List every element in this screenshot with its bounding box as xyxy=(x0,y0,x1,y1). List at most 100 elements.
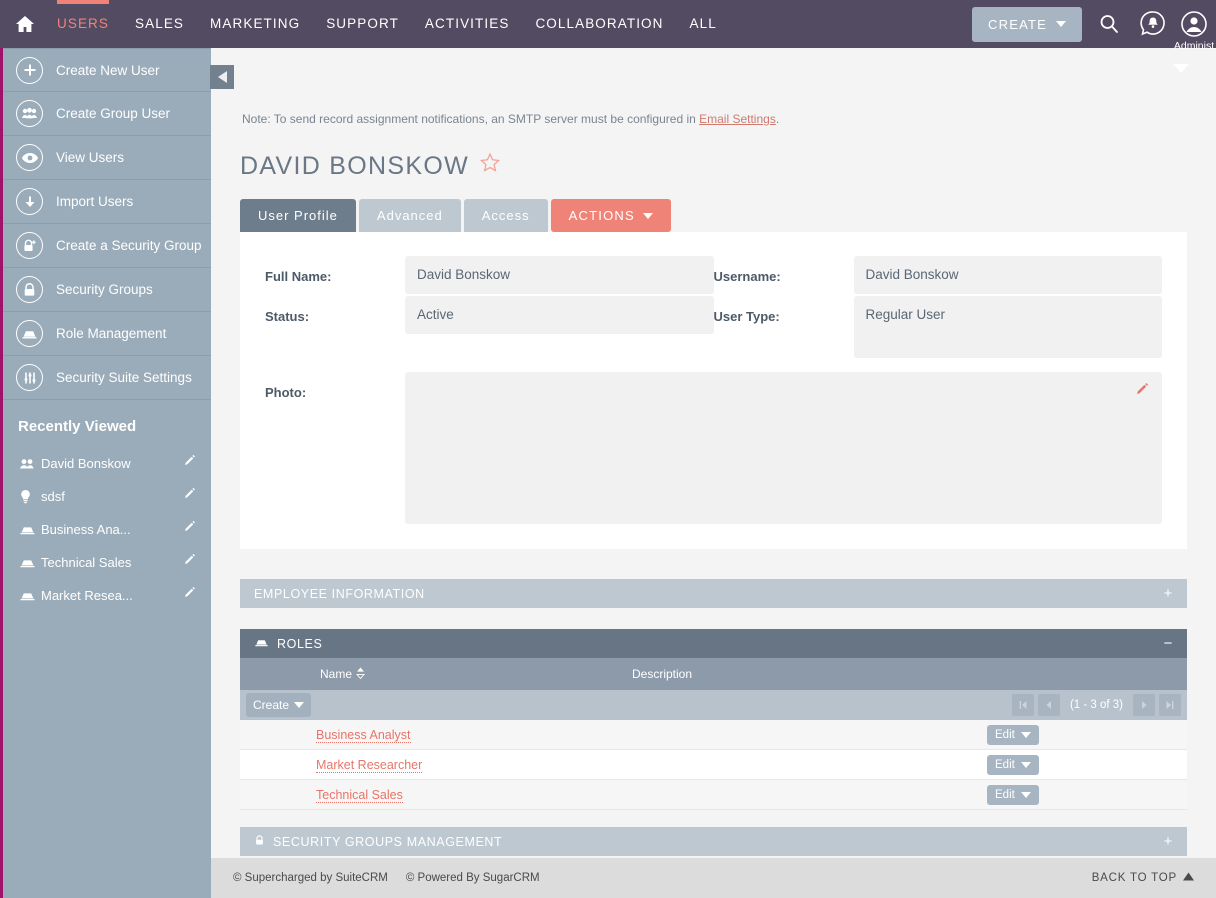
table-row: Business Analyst Edit xyxy=(240,720,1187,750)
pagination-first-button[interactable] xyxy=(1011,694,1034,716)
pagination-next-button[interactable] xyxy=(1133,694,1155,716)
recent-item-label: sdsf xyxy=(41,489,65,504)
field-label: Username: xyxy=(713,269,781,284)
user-type-value[interactable]: Regular User xyxy=(853,296,1162,358)
edit-button[interactable]: Edit xyxy=(987,784,1039,805)
create-button[interactable]: CREATE xyxy=(972,6,1082,42)
panel-header-employee-information[interactable]: EMPLOYEE INFORMATION + xyxy=(240,579,1187,608)
pagination-last-button[interactable] xyxy=(1159,694,1181,716)
pencil-edit-icon[interactable] xyxy=(183,553,197,572)
pencil-edit-icon[interactable] xyxy=(183,586,197,605)
sort-arrows-icon[interactable] xyxy=(356,667,365,682)
detail-right-column: Username: David Bonskow User Type: Regul… xyxy=(713,256,1162,360)
collapse-sidebar-button[interactable] xyxy=(210,65,234,89)
sidebar-item-security-groups[interactable]: Security Groups xyxy=(3,268,211,312)
role-link[interactable]: Technical Sales xyxy=(316,787,403,803)
field-username: Username: David Bonskow xyxy=(713,256,1162,294)
dropdown-caret-icon xyxy=(1173,64,1189,73)
role-actions-cell: Edit xyxy=(987,784,1187,805)
recent-item-technical-sales[interactable]: Technical Sales xyxy=(3,546,211,579)
chevron-down-icon xyxy=(1020,791,1031,798)
tab-access[interactable]: Access xyxy=(463,199,548,232)
nav-item-support[interactable]: SUPPORT xyxy=(313,0,412,48)
search-icon[interactable] xyxy=(1092,7,1126,41)
username-value[interactable]: David Bonskow xyxy=(853,256,1162,294)
main-content: Note: To send record assignment notifica… xyxy=(211,48,1216,898)
recent-item-business-analyst[interactable]: Business Ana... xyxy=(3,513,211,546)
edit-button[interactable]: Edit xyxy=(987,724,1039,745)
nav-item-marketing[interactable]: MARKETING xyxy=(197,0,313,48)
full-name-value[interactable]: David Bonskow xyxy=(405,256,714,294)
sidebar-item-view-users[interactable]: View Users xyxy=(3,136,211,180)
edit-button-label: Edit xyxy=(995,758,1015,771)
sidebar-item-role-management[interactable]: Role Management xyxy=(3,312,211,356)
back-to-top-button[interactable]: BACK TO TOP xyxy=(1092,872,1194,884)
photo-value[interactable] xyxy=(405,372,1162,524)
pencil-edit-icon[interactable] xyxy=(183,520,197,539)
tab-user-profile[interactable]: User Profile xyxy=(240,199,356,232)
nav-item-activities[interactable]: ACTIVITIES xyxy=(412,0,523,48)
lightbulb-icon xyxy=(19,489,41,504)
tab-advanced[interactable]: Advanced xyxy=(358,199,461,232)
status-value[interactable]: Active xyxy=(405,296,714,334)
pencil-edit-icon[interactable] xyxy=(1135,382,1150,402)
panel-security-groups-management: SECURITY GROUPS MANAGEMENT + xyxy=(240,827,1187,856)
field-label: Photo: xyxy=(265,385,307,400)
recent-item-market-researcher[interactable]: Market Resea... xyxy=(3,579,211,612)
notification-bell-icon[interactable] xyxy=(1136,7,1170,41)
panel-title: SECURITY GROUPS MANAGEMENT xyxy=(273,834,503,849)
create-role-button[interactable]: Create xyxy=(246,693,312,717)
sidebar-item-create-new-user[interactable]: Create New User xyxy=(3,48,211,92)
role-actions-cell: Edit xyxy=(987,754,1187,775)
pencil-edit-icon[interactable] xyxy=(183,487,197,506)
sidebar-item-create-security-group[interactable]: Create a Security Group xyxy=(3,224,211,268)
sidebar-item-create-group-user[interactable]: Create Group User xyxy=(3,92,211,136)
eye-icon xyxy=(16,144,43,171)
chevron-left-icon xyxy=(217,71,227,83)
nav-item-collaboration[interactable]: COLLABORATION xyxy=(522,0,676,48)
actions-button[interactable]: ACTIONS xyxy=(550,199,671,232)
role-link[interactable]: Business Analyst xyxy=(316,727,411,743)
pagination-prev-button[interactable] xyxy=(1037,694,1060,716)
edit-button[interactable]: Edit xyxy=(987,754,1039,775)
field-user-type: User Type: Regular User xyxy=(714,296,1162,358)
recent-item-label: Business Ana... xyxy=(41,522,131,537)
panel-title: EMPLOYEE INFORMATION xyxy=(254,586,425,601)
panel-header-roles[interactable]: ROLES − xyxy=(240,629,1187,658)
sliders-icon xyxy=(16,364,43,391)
field-label: Full Name: xyxy=(265,269,332,284)
recent-item-sdsf[interactable]: sdsf xyxy=(3,480,211,513)
detail-left-column: Full Name: David Bonskow Status: Active xyxy=(265,256,714,360)
create-role-label: Create xyxy=(253,698,290,712)
user-menu[interactable]: Administ xyxy=(1174,10,1214,52)
recent-item-david-bonskow[interactable]: David Bonskow xyxy=(3,447,211,480)
create-button-label: CREATE xyxy=(988,16,1047,32)
star-outline-icon[interactable] xyxy=(479,152,501,181)
email-settings-link[interactable]: Email Settings xyxy=(699,112,776,126)
chevron-down-icon xyxy=(1056,21,1066,27)
panel-expand-toggle[interactable]: + xyxy=(1164,834,1173,849)
sidebar-item-label: Create Group User xyxy=(56,106,171,121)
panel-employee-information: EMPLOYEE INFORMATION + xyxy=(240,579,1187,608)
sidebar-item-security-suite-settings[interactable]: Security Suite Settings xyxy=(3,356,211,400)
user-name-label: Administ xyxy=(1173,40,1215,52)
group-users-icon xyxy=(16,100,43,127)
panel-expand-toggle[interactable]: + xyxy=(1164,586,1173,601)
panel-roles: ROLES − Name Description Create (1 - 3 o… xyxy=(240,629,1187,810)
field-full-name: Full Name: David Bonskow xyxy=(265,256,714,294)
edit-button-label: Edit xyxy=(995,728,1015,741)
column-header-description[interactable]: Description xyxy=(560,667,1187,681)
panel-header-security-groups[interactable]: SECURITY GROUPS MANAGEMENT + xyxy=(240,827,1187,856)
footer-credit-sugarcrm: © Powered By SugarCRM xyxy=(405,872,540,884)
column-header-name[interactable]: Name xyxy=(240,667,560,682)
role-link[interactable]: Market Researcher xyxy=(316,757,423,773)
panel-collapse-toggle[interactable]: − xyxy=(1164,636,1173,651)
nav-item-all[interactable]: ALL xyxy=(677,0,730,48)
roles-icon xyxy=(19,557,41,569)
nav-item-users[interactable]: USERS xyxy=(44,0,122,48)
sidebar-item-label: Security Suite Settings xyxy=(56,370,192,385)
pencil-edit-icon[interactable] xyxy=(183,454,197,473)
sidebar-item-import-users[interactable]: Import Users xyxy=(3,180,211,224)
home-icon[interactable] xyxy=(6,14,44,34)
nav-item-sales[interactable]: SALES xyxy=(122,0,197,48)
